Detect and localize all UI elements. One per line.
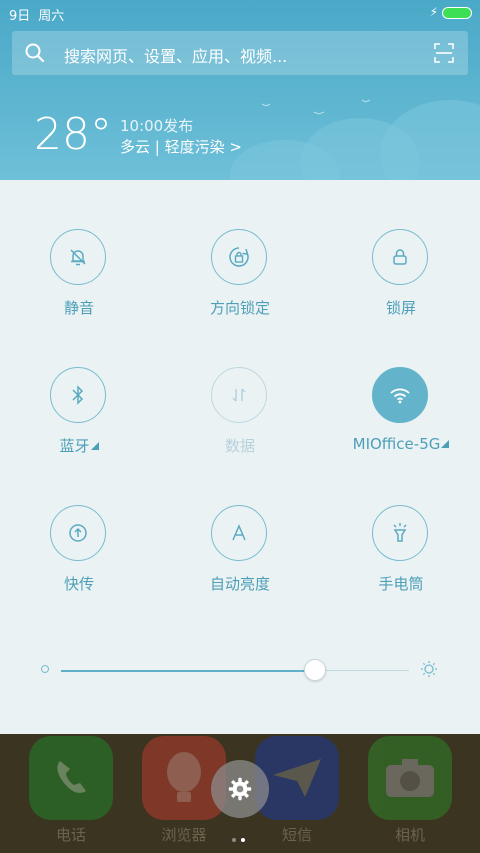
- toggle-bluetooth[interactable]: 蓝牙: [14, 367, 144, 467]
- phone-icon: [29, 736, 113, 820]
- weather-header: 9日 周六 ⚡ 搜索网页、设置、应用、视频... 28° 10:00发布 多云 |…: [0, 0, 480, 180]
- scan-icon[interactable]: [434, 43, 454, 63]
- expand-triangle-icon: [441, 440, 450, 448]
- status-date: 9日: [9, 9, 31, 24]
- expand-triangle-icon: [90, 442, 99, 450]
- toggle-lock-screen[interactable]: 锁屏: [336, 229, 466, 329]
- page-indicator: [232, 827, 250, 846]
- temperature: 28°: [34, 109, 112, 160]
- app-label: 短信: [281, 826, 312, 844]
- status-bar: 9日 周六: [9, 5, 72, 24]
- app-label: 浏览器: [161, 826, 207, 844]
- rotation-lock-icon: [211, 229, 267, 285]
- toggle-wifi[interactable]: MIOffice-5G: [336, 367, 466, 467]
- toggle-auto-brightness[interactable]: 自动亮度: [175, 505, 305, 605]
- bell-mute-icon: [50, 229, 106, 285]
- toggle-flashlight[interactable]: 手电筒: [336, 505, 466, 605]
- battery-icon: [442, 7, 472, 19]
- toggle-label: 锁屏: [385, 299, 416, 317]
- bluetooth-icon: [50, 367, 106, 423]
- toggle-label: 数据: [224, 437, 255, 455]
- search-bar[interactable]: 搜索网页、设置、应用、视频...: [12, 31, 468, 75]
- toggle-label: 方向锁定: [209, 299, 270, 317]
- page-dot: [232, 838, 236, 842]
- toggle-label: 静音: [63, 299, 94, 317]
- toggle-mute[interactable]: 静音: [14, 229, 144, 329]
- flashlight-icon: [372, 505, 428, 561]
- app-camera[interactable]: 相机: [368, 736, 452, 845]
- birds-decoration: [261, 99, 371, 115]
- toggle-label: MIOffice-5G: [352, 435, 441, 453]
- share-transfer-icon: [50, 505, 106, 561]
- toggle-label-wrap: 蓝牙: [14, 435, 144, 456]
- weather-condition[interactable]: 多云 | 轻度污染 >: [120, 136, 242, 157]
- toggle-label-wrap: MIOffice-5G: [326, 435, 476, 453]
- toggle-mobile-data[interactable]: 数据: [175, 367, 305, 467]
- settings-button[interactable]: [211, 760, 269, 818]
- brightness-fill: [61, 669, 316, 672]
- mobile-data-icon: [211, 367, 267, 423]
- lock-icon: [372, 229, 428, 285]
- camera-icon: [368, 736, 452, 820]
- toggle-label: 自动亮度: [209, 575, 270, 593]
- toggle-label: 快传: [63, 575, 94, 593]
- toggle-quick-share[interactable]: 快传: [14, 505, 144, 605]
- app-label: 相机: [394, 826, 425, 844]
- brightness-slider[interactable]: [61, 659, 409, 681]
- toggle-label: 手电筒: [378, 575, 424, 593]
- page-dot: [241, 838, 245, 842]
- gear-icon: [228, 777, 252, 801]
- brightness-thumb[interactable]: [304, 659, 327, 681]
- toggle-rotation-lock[interactable]: 方向锁定: [175, 229, 305, 329]
- quick-settings-panel: 静音 方向锁定 锁屏 蓝牙 数据 MIOffice-5G 快传 自动亮度 手电筒: [0, 180, 480, 734]
- search-icon: [25, 43, 45, 63]
- brightness-low-icon: [41, 665, 49, 673]
- status-weekday: 周六: [38, 9, 65, 24]
- app-label: 电话: [55, 826, 86, 844]
- charging-icon: ⚡: [429, 5, 438, 19]
- wifi-icon: [372, 367, 428, 423]
- search-placeholder: 搜索网页、设置、应用、视频...: [64, 47, 288, 66]
- message-icon: [255, 736, 339, 820]
- brightness-high-icon: [421, 661, 437, 677]
- app-phone[interactable]: 电话: [29, 736, 113, 845]
- auto-brightness-icon: [211, 505, 267, 561]
- toggle-label: 蓝牙: [59, 437, 90, 455]
- weather-published: 10:00发布: [120, 117, 194, 135]
